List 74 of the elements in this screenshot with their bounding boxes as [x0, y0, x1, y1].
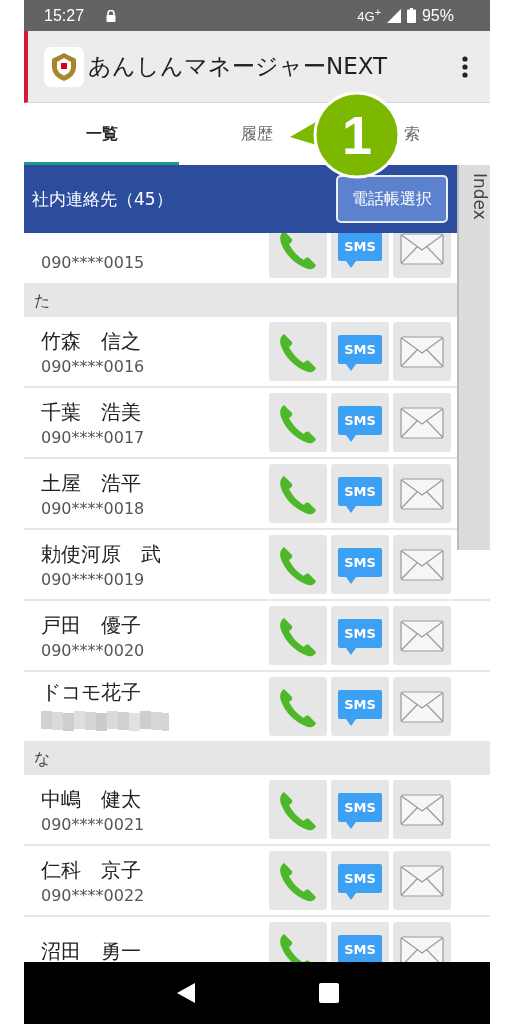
- envelope-icon: [400, 935, 444, 962]
- contact-name: 戸田 優子: [41, 611, 142, 639]
- contact-name: 中嶋 健太: [41, 785, 142, 813]
- call-button[interactable]: [269, 535, 327, 594]
- envelope-icon: [400, 619, 444, 652]
- sms-button[interactable]: SMS: [331, 535, 389, 594]
- mail-button[interactable]: [393, 322, 451, 381]
- battery-icon: [406, 8, 416, 23]
- lock-icon: [106, 9, 117, 22]
- phone-number: 090****0022: [41, 885, 145, 905]
- envelope-icon: [400, 793, 444, 826]
- sms-button[interactable]: SMS: [331, 464, 389, 523]
- status-time: 15:27: [44, 6, 85, 25]
- phone-number: 090****0020: [41, 640, 145, 660]
- mail-button[interactable]: [393, 393, 451, 452]
- call-button[interactable]: [269, 606, 327, 665]
- phone-number: 090****0016: [41, 356, 145, 376]
- envelope-icon: [400, 406, 444, 439]
- contact-name: 仁科 京子: [41, 856, 142, 884]
- phone-number: 090****0018: [41, 498, 145, 518]
- sms-button[interactable]: SMS: [331, 677, 389, 736]
- shield-logo-icon: [44, 46, 84, 87]
- tab[interactable]: 履歴: [241, 123, 273, 145]
- signal-icon: [386, 8, 401, 23]
- tab[interactable]: 一覧: [85, 123, 118, 145]
- mail-button[interactable]: [393, 233, 451, 278]
- envelope-icon: [400, 690, 444, 723]
- index-tab[interactable]: Index: [457, 165, 490, 550]
- mail-button[interactable]: [393, 851, 451, 910]
- sms-button[interactable]: SMS: [331, 780, 389, 839]
- sms-button[interactable]: SMS: [331, 322, 389, 381]
- mail-button[interactable]: [393, 606, 451, 665]
- call-button[interactable]: [269, 322, 327, 381]
- contact-name: 千葉 浩美: [41, 398, 142, 426]
- sms-button[interactable]: SMS: [331, 606, 389, 665]
- sms-button[interactable]: SMS: [331, 393, 389, 452]
- phone-number: 090****0015: [41, 253, 145, 272]
- mail-button[interactable]: [393, 677, 451, 736]
- envelope-icon: [400, 477, 444, 510]
- call-button[interactable]: [269, 780, 327, 839]
- mail-button[interactable]: [393, 535, 451, 594]
- contact-name: ドコモ花子: [41, 679, 142, 706]
- call-button[interactable]: [269, 233, 327, 278]
- contact-name: 勅使河原 武: [41, 540, 161, 568]
- app-title: あんしんマネージャーNEXT: [88, 52, 388, 81]
- phone-number: 090****0017: [41, 427, 145, 447]
- network-label: 4G$^{+}$: [357, 6, 381, 25]
- call-button[interactable]: [269, 677, 327, 736]
- phonebook-select-button[interactable]: 電話帳選択: [336, 175, 448, 223]
- phone-number: 090****0019: [41, 569, 146, 589]
- call-button[interactable]: [269, 851, 327, 910]
- mail-button[interactable]: [393, 780, 451, 839]
- more-menu-icon[interactable]: [462, 55, 468, 78]
- envelope-icon: [400, 233, 444, 265]
- section-label: な: [34, 748, 50, 770]
- section-label: た: [34, 290, 50, 312]
- contact-name: 竹森 信之: [41, 327, 142, 355]
- call-button[interactable]: [269, 393, 327, 452]
- envelope-icon: [400, 335, 444, 368]
- contact-name: 土屋 浩平: [41, 469, 142, 497]
- group-title: 社内連絡先（45）: [32, 187, 173, 211]
- back-icon[interactable]: [175, 982, 196, 1004]
- call-button[interactable]: [269, 464, 327, 523]
- envelope-icon: [400, 864, 444, 897]
- phone-icon: [278, 233, 318, 271]
- mail-button[interactable]: [393, 464, 451, 523]
- tab[interactable]: 索: [404, 123, 421, 145]
- sms-button[interactable]: SMS: [331, 851, 389, 910]
- battery-percent: 95%: [421, 6, 454, 25]
- sms-button[interactable]: SMS: [331, 233, 389, 278]
- recents-icon[interactable]: [318, 983, 339, 1003]
- envelope-icon: [400, 548, 444, 581]
- phone-number: 090****0021: [41, 814, 145, 834]
- contact-name: 沼田 勇一: [41, 938, 141, 962]
